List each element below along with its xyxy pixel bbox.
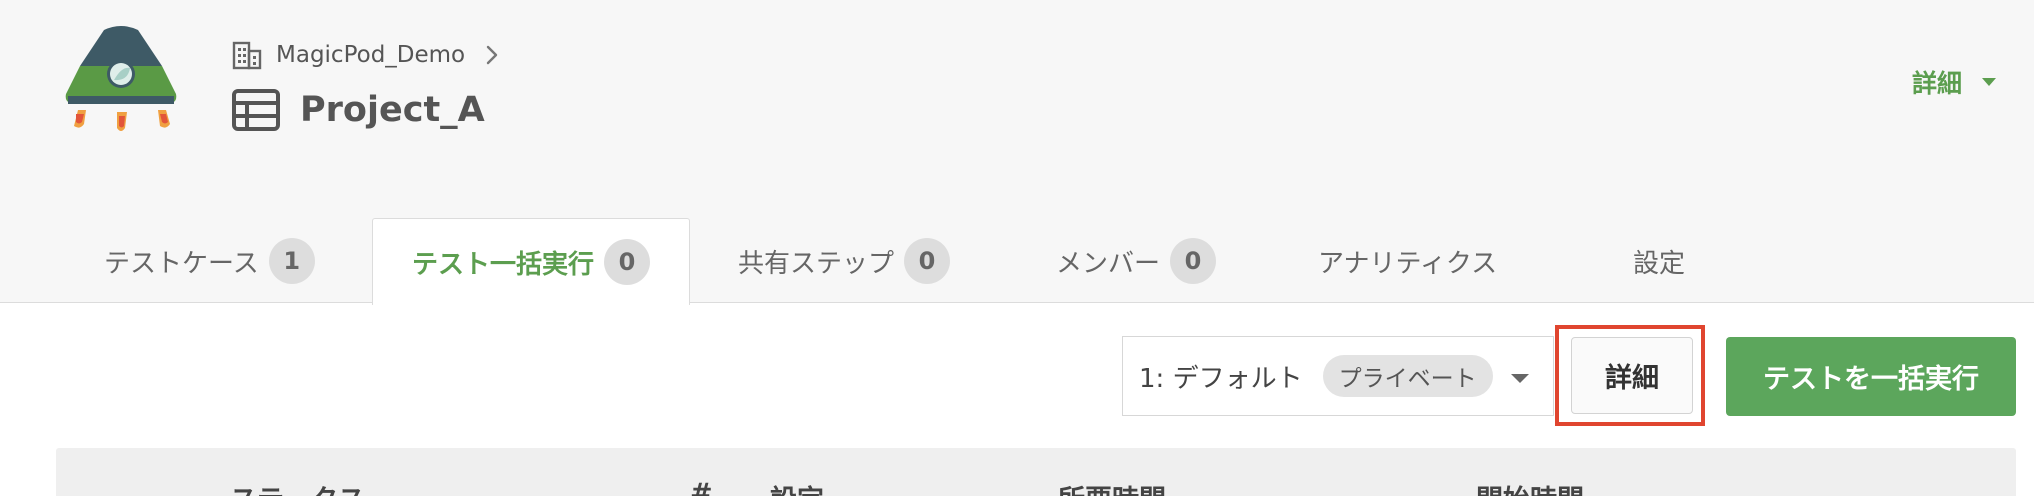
tab-members[interactable]: メンバー 0 bbox=[1056, 218, 1217, 304]
count-badge: 0 bbox=[604, 239, 650, 285]
building-icon bbox=[232, 41, 262, 70]
column-duration[interactable]: 所要時間 bbox=[1058, 478, 1166, 496]
chevron-right-icon bbox=[486, 45, 498, 65]
visibility-badge: プライベート bbox=[1322, 355, 1493, 397]
tab-label: テストケース bbox=[104, 248, 259, 279]
caret-down-icon bbox=[1982, 78, 1996, 86]
tab-settings[interactable]: 設定 bbox=[1633, 218, 1685, 304]
detail-dropdown[interactable]: 詳細 bbox=[1912, 64, 1996, 100]
tab-test-cases[interactable]: テストケース 1 bbox=[104, 218, 315, 304]
organization-link[interactable]: MagicPod_Demo bbox=[276, 42, 465, 68]
count-badge: 1 bbox=[268, 238, 315, 284]
config-value: 1: デフォルト bbox=[1139, 363, 1303, 394]
tab-label: アナリティクス bbox=[1318, 248, 1498, 279]
tab-label: メンバー bbox=[1056, 248, 1161, 279]
tab-shared-steps[interactable]: 共有ステップ 0 bbox=[738, 218, 951, 304]
batch-config-select[interactable]: 1: デフォルト プライベート bbox=[1122, 336, 1554, 416]
tab-label: 共有ステップ bbox=[738, 248, 895, 279]
column-status[interactable]: ステータス bbox=[230, 478, 365, 496]
tab-label: テスト一括実行 bbox=[411, 249, 594, 280]
caret-down-icon bbox=[1511, 374, 1529, 383]
project-title: Project_A bbox=[232, 88, 485, 132]
column-number[interactable]: # bbox=[690, 478, 713, 496]
project-name: Project_A bbox=[300, 90, 485, 130]
project-header: MagicPod_Demo Project_A 詳細 テストケース 1 テスト一… bbox=[0, 0, 2034, 305]
detail-dropdown-label: 詳細 bbox=[1911, 69, 1962, 98]
project-tabs: テストケース 1 テスト一括実行 0 共有ステップ 0 メンバー 0 アナリティ… bbox=[0, 218, 2034, 305]
tab-batch-run[interactable]: テスト一括実行 0 bbox=[372, 218, 690, 305]
table-header: ステータス # 設定 所要時間 開始時間 bbox=[56, 448, 2016, 496]
count-badge: 0 bbox=[1170, 238, 1217, 284]
magicpod-logo[interactable] bbox=[62, 26, 180, 138]
tab-analytics[interactable]: アナリティクス bbox=[1318, 218, 1497, 304]
column-start-time[interactable]: 開始時間 bbox=[1476, 478, 1584, 496]
column-config[interactable]: 設定 bbox=[770, 478, 824, 496]
count-badge: 0 bbox=[904, 238, 951, 284]
table-icon bbox=[232, 89, 280, 131]
run-batch-button[interactable]: テストを一括実行 bbox=[1726, 337, 2016, 416]
detail-button[interactable]: 詳細 bbox=[1571, 337, 1693, 414]
breadcrumb: MagicPod_Demo bbox=[232, 40, 499, 70]
tab-label: 設定 bbox=[1633, 248, 1686, 279]
